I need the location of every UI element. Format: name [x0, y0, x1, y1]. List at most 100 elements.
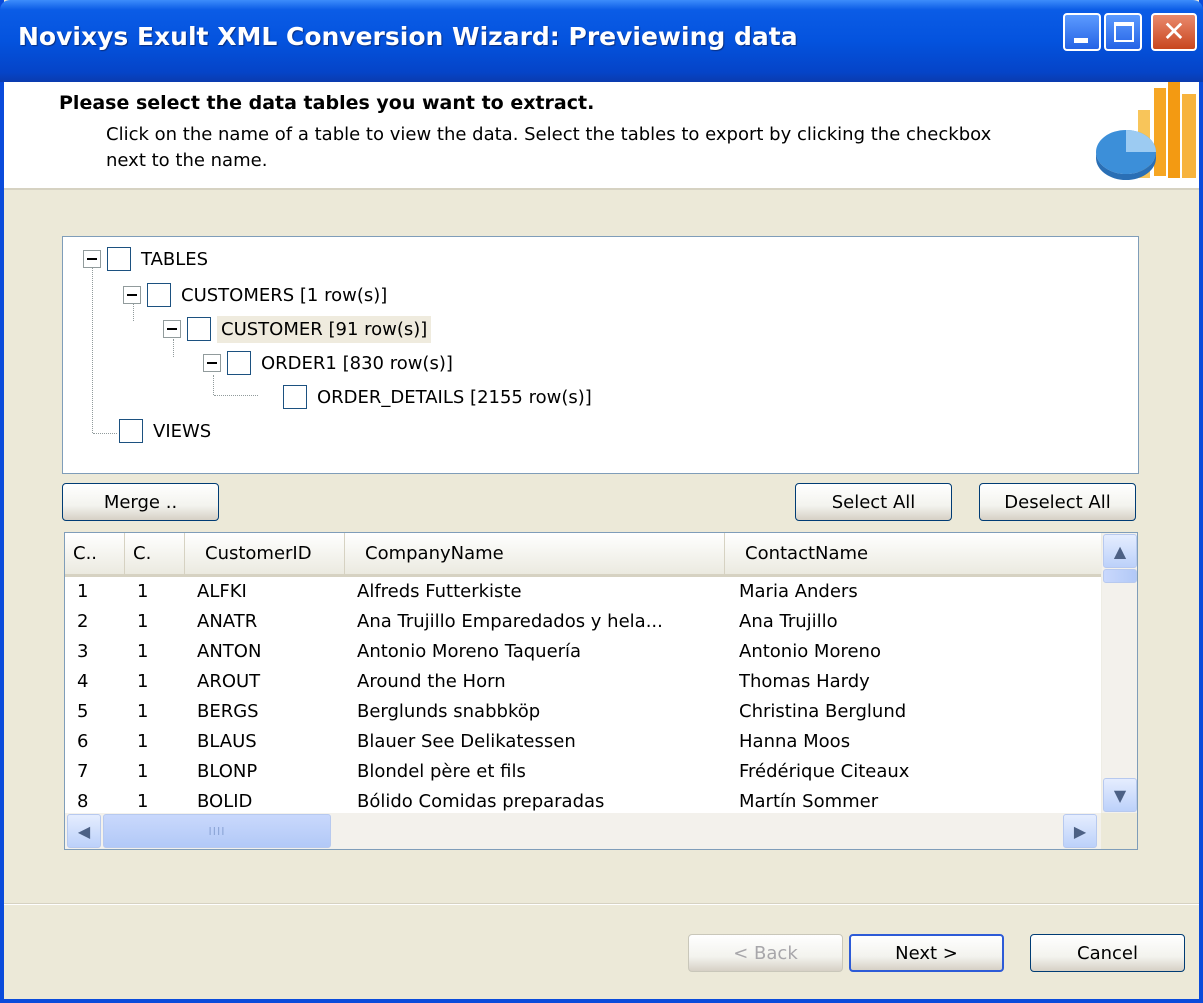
table-cell: ANATR	[197, 611, 258, 632]
header-title: Please select the data tables you want t…	[59, 92, 595, 114]
logo-bar-1	[1154, 88, 1166, 176]
table-cell: Berglunds snabbköp	[357, 701, 541, 722]
table-cell: 1	[137, 581, 149, 602]
window-title: Novixys Exult XML Conversion Wizard: Pre…	[18, 22, 798, 51]
tree-connector	[93, 433, 117, 434]
table-cell: Antonio Moreno	[739, 641, 881, 662]
order1-checkbox[interactable]	[227, 351, 251, 375]
scroll-right-button[interactable]: ▶	[1063, 814, 1097, 848]
table-row[interactable]: 1 1 ALFKI Alfreds Futterkiste Maria Anders	[65, 577, 1101, 607]
logo-pie-slice	[1126, 130, 1156, 152]
customer-checkbox[interactable]	[187, 317, 211, 341]
table-cell: 1	[137, 761, 149, 782]
title-bar[interactable]: Novixys Exult XML Conversion Wizard: Pre…	[0, 0, 1203, 82]
table-cell: Frédérique Citeaux	[739, 761, 910, 782]
table-cell: 1	[137, 671, 149, 692]
collapse-icon[interactable]	[83, 250, 101, 268]
maximize-button[interactable]	[1104, 13, 1142, 51]
grid-header: C.. C. CustomerID CompanyName ContactNam…	[65, 533, 1101, 577]
next-button[interactable]: Next >	[849, 934, 1004, 972]
tree-node-label-selected[interactable]: CUSTOMER [91 row(s)]	[217, 315, 432, 343]
table-cell: 5	[77, 701, 89, 722]
table-tree[interactable]: TABLES CUSTOMERS [1 row(s)] CUSTOMER [91…	[62, 236, 1139, 474]
close-button[interactable]: ✕	[1151, 13, 1197, 51]
table-cell: Around the Horn	[357, 671, 506, 692]
table-cell: Ana Trujillo Emparedados y hela...	[357, 611, 663, 632]
table-row[interactable]: 4 1 AROUT Around the Horn Thomas Hardy	[65, 667, 1101, 697]
tree-node-customers[interactable]: CUSTOMERS [1 row(s)]	[123, 279, 391, 311]
header-description: Click on the name of a table to view the…	[106, 124, 992, 171]
tree-node-label[interactable]: TABLES	[137, 246, 212, 273]
table-cell: Thomas Hardy	[739, 671, 870, 692]
collapse-icon[interactable]	[203, 354, 221, 372]
table-cell: 3	[77, 641, 89, 662]
table-cell: Hanna Moos	[739, 731, 851, 752]
back-button[interactable]: < Back	[688, 934, 843, 972]
select-all-button[interactable]: Select All	[795, 483, 952, 521]
table-row[interactable]: 5 1 BERGS Berglunds snabbköp Christina Bergl…	[65, 697, 1101, 727]
table-cell: Antonio Moreno Taquería	[357, 641, 582, 662]
table-cell: ALFKI	[197, 581, 247, 602]
vertical-scroll-thumb[interactable]	[1103, 569, 1137, 583]
table-cell: ANTON	[197, 641, 262, 662]
table-cell: 2	[77, 611, 89, 632]
table-cell: Blauer See Delikatessen	[357, 731, 576, 752]
footer-divider	[4, 903, 1199, 905]
table-cell: AROUT	[197, 671, 261, 692]
table-cell: BERGS	[197, 701, 259, 722]
column-header-1[interactable]: C..	[65, 533, 125, 574]
table-cell: 1	[137, 641, 149, 662]
tree-connector	[92, 267, 93, 433]
column-header-contactname[interactable]: ContactName	[725, 533, 1101, 574]
horizontal-scrollbar[interactable]: ◀ IIII ▶	[65, 813, 1101, 849]
table-cell: Maria Anders	[739, 581, 858, 602]
table-row[interactable]: 7 1 BLONP Blondel père et fils Frédérique Ci…	[65, 757, 1101, 787]
table-row[interactable]: 2 1 ANATR Ana Trujillo Emparedados y hela..…	[65, 607, 1101, 637]
column-header-companyname[interactable]: CompanyName	[345, 533, 725, 574]
cancel-button[interactable]: Cancel	[1030, 934, 1185, 972]
vertical-scrollbar[interactable]: ▲ ▼	[1101, 533, 1137, 813]
deselect-all-button[interactable]: Deselect All	[979, 483, 1136, 521]
tree-node-label[interactable]: VIEWS	[149, 418, 215, 445]
scrollbar-corner	[1101, 813, 1137, 849]
scroll-up-button[interactable]: ▲	[1103, 534, 1137, 568]
scroll-left-button[interactable]: ◀	[67, 814, 101, 848]
tree-node-order-details[interactable]: ORDER_DETAILS [2155 row(s)]	[283, 381, 596, 413]
close-icon: ✕	[1162, 15, 1186, 48]
table-cell: 1	[137, 731, 149, 752]
merge-button[interactable]: Merge ..	[62, 483, 219, 521]
table-cell: Ana Trujillo	[739, 611, 838, 632]
collapse-icon[interactable]	[123, 286, 141, 304]
minimize-icon	[1074, 38, 1088, 43]
chart-logo-icon	[1096, 82, 1196, 180]
views-checkbox[interactable]	[119, 419, 143, 443]
table-cell: 1	[137, 611, 149, 632]
tree-node-label[interactable]: ORDER_DETAILS [2155 row(s)]	[313, 384, 596, 411]
logo-bar-2	[1168, 82, 1180, 178]
table-row[interactable]: 6 1 BLAUS Blauer See Delikatessen Hanna Moos	[65, 727, 1101, 757]
table-cell: Christina Berglund	[739, 701, 907, 722]
table-row[interactable]: 3 1 ANTON Antonio Moreno Taquería Antonio Mo…	[65, 637, 1101, 667]
table-cell: 7	[77, 761, 89, 782]
horizontal-scroll-thumb[interactable]: IIII	[103, 814, 331, 848]
table-cell: Blondel père et fils	[357, 761, 526, 782]
tree-node-label[interactable]: ORDER1 [830 row(s)]	[257, 350, 457, 377]
column-header-customerid[interactable]: CustomerID	[185, 533, 345, 574]
scroll-down-button[interactable]: ▼	[1103, 778, 1137, 812]
tree-node-customer[interactable]: CUSTOMER [91 row(s)]	[163, 313, 432, 345]
tree-connector	[214, 395, 258, 396]
collapse-icon[interactable]	[163, 320, 181, 338]
data-grid[interactable]: C.. C. CustomerID CompanyName ContactNam…	[64, 532, 1138, 850]
tree-node-views[interactable]: VIEWS	[119, 415, 215, 447]
order-details-checkbox[interactable]	[283, 385, 307, 409]
tree-node-label[interactable]: CUSTOMERS [1 row(s)]	[177, 282, 391, 309]
table-cell: 1	[77, 581, 89, 602]
table-cell: BLONP	[197, 761, 258, 782]
tables-checkbox[interactable]	[107, 247, 131, 271]
column-header-2[interactable]: C.	[125, 533, 185, 574]
customers-checkbox[interactable]	[147, 283, 171, 307]
minimize-button[interactable]	[1063, 13, 1101, 51]
table-cell: BLAUS	[197, 731, 257, 752]
tree-node-tables[interactable]: TABLES	[83, 243, 212, 275]
tree-node-order1[interactable]: ORDER1 [830 row(s)]	[203, 347, 457, 379]
